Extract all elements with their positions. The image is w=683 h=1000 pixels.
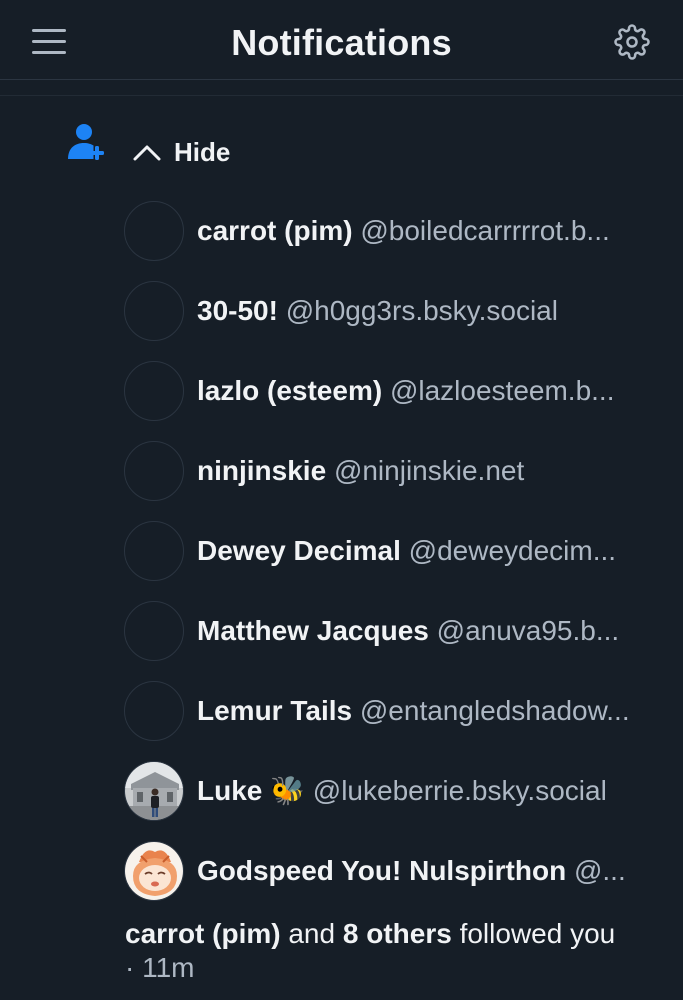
avatar-illustration[interactable] (124, 841, 184, 901)
avatar[interactable] (124, 201, 184, 261)
user-handle: @lazloesteem.b... (389, 375, 615, 406)
chevron-up-icon (133, 145, 161, 161)
user-handle: @... (573, 855, 626, 886)
follower-row[interactable]: 30-50! @h0gg3rs.bsky.social (124, 279, 664, 343)
user-handle: @anuva95.b... (436, 615, 620, 646)
user-handle: @ninjinskie.net (333, 455, 525, 486)
display-name: carrot (pim) (197, 215, 353, 246)
follower-row[interactable]: Lemur Tails @entangledshadow... (124, 679, 664, 743)
display-name: 30-50! (197, 295, 278, 326)
avatar-photo[interactable] (124, 761, 184, 821)
user-handle: @entangledshadow... (359, 695, 630, 726)
follower-row[interactable]: Luke 🐝 @lukeberrie.bsky.social (124, 759, 664, 823)
header-divider (0, 80, 683, 96)
summary-others[interactable]: 8 others (343, 918, 452, 949)
user-handle: @boiledcarrrrrot.b... (360, 215, 610, 246)
user-handle: @lukeberrie.bsky.social (312, 775, 607, 806)
page-title: Notifications (231, 22, 452, 63)
top-bar: Notifications (0, 0, 683, 80)
display-name: Dewey Decimal (197, 535, 401, 566)
follower-row[interactable]: lazlo (esteem) @lazloesteem.b... (124, 359, 664, 423)
summary-first-name[interactable]: carrot (pim) (125, 918, 281, 949)
avatar[interactable] (124, 601, 184, 661)
follow-notification[interactable]: Hide carrot (pim) @boiledcarrrrrot.b... … (0, 97, 683, 1000)
follower-row[interactable]: Dewey Decimal @deweydecim... (124, 519, 664, 583)
person-plus-icon (66, 121, 108, 163)
avatar[interactable] (124, 361, 184, 421)
follower-row[interactable]: Godspeed You! Nulspirthon @... (124, 839, 664, 903)
avatar[interactable] (124, 681, 184, 741)
summary-and: and (288, 918, 336, 949)
user-handle: @h0gg3rs.bsky.social (285, 295, 558, 326)
hide-button[interactable]: Hide (132, 135, 230, 169)
display-name: Matthew Jacques (197, 615, 429, 646)
notification-time: · 11m (125, 952, 195, 983)
gear-icon[interactable] (614, 24, 650, 60)
notification-summary: carrot (pim) and 8 others followed you ·… (125, 917, 665, 985)
follower-row[interactable]: Matthew Jacques @anuva95.b... (124, 599, 664, 663)
follower-row[interactable]: ninjinskie @ninjinskie.net (124, 439, 664, 503)
summary-action: followed you (459, 918, 616, 949)
display-name: Lemur Tails (197, 695, 353, 726)
hide-label: Hide (174, 136, 231, 167)
user-handle: @deweydecim... (408, 535, 617, 566)
avatar[interactable] (124, 521, 184, 581)
avatar[interactable] (124, 441, 184, 501)
display-name: Godspeed You! Nulspirthon (197, 855, 567, 886)
display-name: lazlo (esteem) (197, 375, 383, 406)
follower-row[interactable]: carrot (pim) @boiledcarrrrrot.b... (124, 199, 664, 263)
display-name: ninjinskie (197, 455, 327, 486)
display-name: Luke 🐝 (197, 775, 305, 806)
avatar[interactable] (124, 281, 184, 341)
